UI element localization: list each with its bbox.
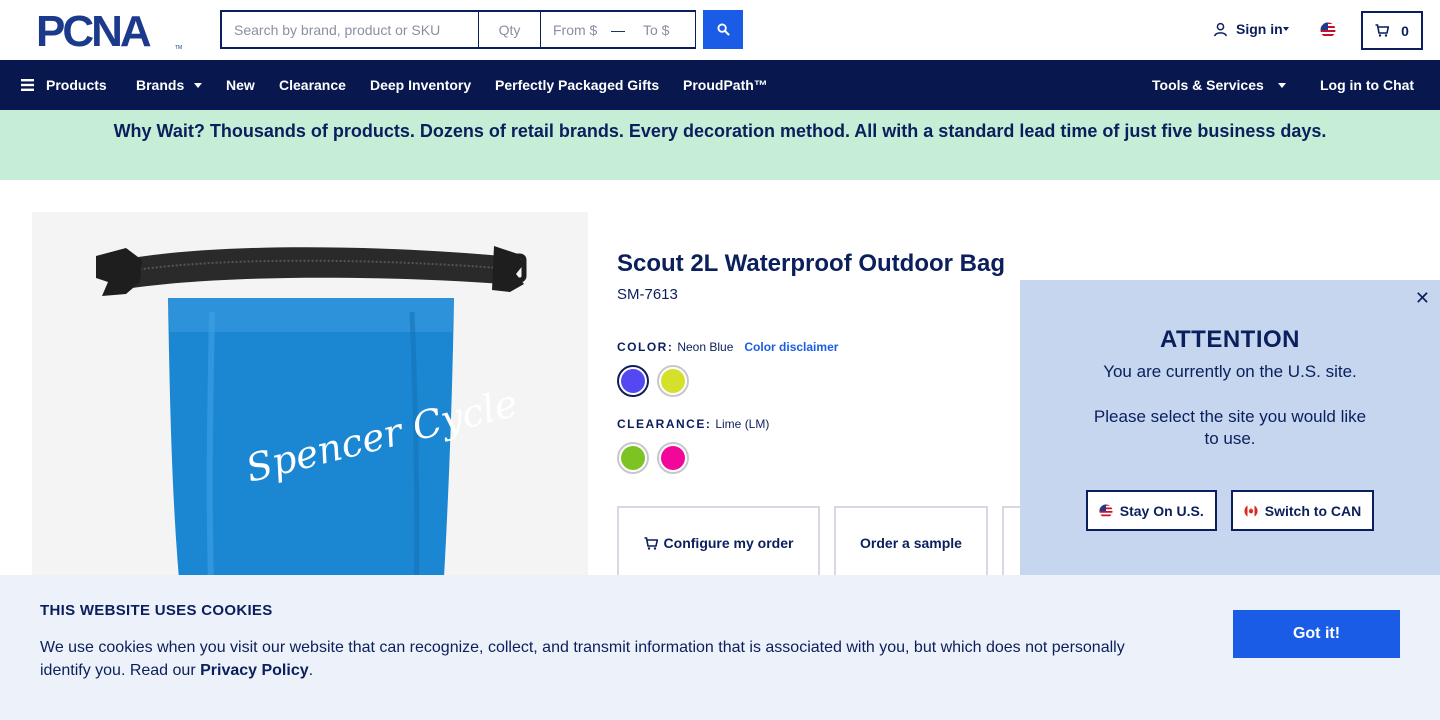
qty-input[interactable] xyxy=(479,12,541,47)
cookie-banner: THIS WEBSITE USES COOKIES We use cookies… xyxy=(0,575,1440,720)
color-disclaimer-link[interactable]: Color disclaimer xyxy=(744,340,838,354)
search-icon xyxy=(716,23,730,36)
order-sample-button[interactable]: Order a sample xyxy=(834,506,988,586)
us-flag-icon xyxy=(1099,503,1113,518)
region-popup-prompt: Please select the site you would like to… xyxy=(1093,407,1367,448)
logo-text: PCNA xyxy=(36,12,151,50)
clearance-label-row: CLEARANCE: Lime (LM) xyxy=(617,417,769,431)
nav-proudpath[interactable]: ProudPath™ xyxy=(683,60,768,110)
search-button[interactable] xyxy=(703,10,743,49)
color-swatch-yellow[interactable] xyxy=(657,365,689,397)
hamburger-icon xyxy=(21,79,34,91)
nav-brands-label: Brands xyxy=(136,77,185,93)
region-popup-actions: Stay On U.S. Switch to CAN xyxy=(1020,490,1440,531)
svg-text:TM: TM xyxy=(175,45,182,50)
switch-canada-button[interactable]: Switch to CAN xyxy=(1230,490,1375,531)
close-icon[interactable]: ✕ xyxy=(1415,288,1430,309)
switch-canada-label: Switch to CAN xyxy=(1264,502,1362,519)
region-popup-message: You are currently on the U.S. site. xyxy=(1103,362,1357,381)
region-select-popup: ✕ ATTENTION You are currently on the U.S… xyxy=(1020,280,1440,580)
order-sample-label: Order a sample xyxy=(860,535,962,551)
nav-new[interactable]: New xyxy=(226,60,255,110)
configure-order-label: Configure my order xyxy=(663,535,794,551)
nav-gifts[interactable]: Perfectly Packaged Gifts xyxy=(495,60,659,110)
color-swatch-pink[interactable] xyxy=(657,442,689,474)
cart-count: 0 xyxy=(1401,22,1409,39)
product-title: Scout 2L Waterproof Outdoor Bag xyxy=(617,250,1005,277)
chevron-down-icon xyxy=(1282,27,1289,31)
nav-brands[interactable]: Brands xyxy=(136,60,203,110)
region-popup-title: ATTENTION xyxy=(1159,326,1301,353)
clearance-label: CLEARANCE: xyxy=(617,417,712,431)
nav-chat-label: Log in to Chat xyxy=(1320,77,1415,93)
price-range: — xyxy=(541,12,695,47)
user-icon xyxy=(1214,22,1227,36)
chevron-down-icon xyxy=(1277,82,1286,88)
cookie-text: We use cookies when you visit our websit… xyxy=(40,636,1160,682)
price-to-input[interactable] xyxy=(631,12,695,47)
configure-order-button[interactable]: Configure my order xyxy=(617,506,820,586)
nav-proudpath-label: ProudPath™ xyxy=(683,77,768,93)
sign-in-label: Sign in xyxy=(1236,21,1283,37)
cookie-title: THIS WEBSITE USES COOKIES xyxy=(40,602,273,619)
nav-tools-services[interactable]: Tools & Services xyxy=(1152,60,1286,110)
promo-banner-text: Why Wait? Thousands of products. Dozens … xyxy=(113,120,1327,141)
cart-icon xyxy=(1375,24,1390,37)
price-range-dash: — xyxy=(611,21,625,38)
stay-us-button[interactable]: Stay On U.S. xyxy=(1085,490,1217,531)
color-swatch-lime[interactable] xyxy=(617,442,649,474)
product-image[interactable]: Spencer Cycle xyxy=(32,212,588,612)
main-nav: Products Brands New Clearance Deep Inven… xyxy=(0,60,1440,110)
canada-flag-icon xyxy=(1244,503,1258,518)
clearance-swatches xyxy=(617,442,689,474)
nav-deep-inventory[interactable]: Deep Inventory xyxy=(370,60,471,110)
clearance-value: Lime (LM) xyxy=(715,417,770,431)
cart-button[interactable]: 0 xyxy=(1361,11,1423,50)
cart-icon xyxy=(644,537,658,550)
chevron-down-icon xyxy=(194,82,203,88)
nav-clearance[interactable]: Clearance xyxy=(279,60,346,110)
color-label-row: COLOR: Neon Blue Color disclaimer xyxy=(617,340,838,354)
nav-new-label: New xyxy=(226,77,255,93)
nav-deep-inventory-label: Deep Inventory xyxy=(370,77,472,93)
nav-clearance-label: Clearance xyxy=(279,77,346,93)
color-swatch-neon-blue[interactable] xyxy=(617,365,649,397)
product-sku: SM-7613 xyxy=(617,286,678,303)
site-header: PCNA TM — Sign in 0 xyxy=(0,0,1440,60)
color-label: COLOR: xyxy=(617,340,674,354)
accept-cookies-button[interactable]: Got it! xyxy=(1233,610,1400,658)
privacy-policy-link[interactable]: Privacy Policy xyxy=(200,662,309,679)
dry-bag-illustration: Spencer Cycle xyxy=(96,246,527,612)
cookie-period: . xyxy=(308,662,314,679)
pcna-logo[interactable]: PCNA TM xyxy=(36,12,184,50)
nav-chat-login[interactable]: Log in to Chat xyxy=(1320,60,1414,110)
nav-products[interactable]: Products xyxy=(21,60,107,110)
search-bar: — xyxy=(220,10,696,49)
search-input[interactable] xyxy=(222,12,479,47)
stay-us-label: Stay On U.S. xyxy=(1119,502,1204,519)
nav-gifts-label: Perfectly Packaged Gifts xyxy=(495,77,660,93)
color-value: Neon Blue xyxy=(677,340,734,354)
nav-tools-label: Tools & Services xyxy=(1152,77,1264,93)
promo-banner: Why Wait? Thousands of products. Dozens … xyxy=(0,110,1440,180)
color-swatches xyxy=(617,365,689,397)
price-from-input[interactable] xyxy=(541,12,605,47)
nav-products-label: Products xyxy=(46,77,107,93)
us-flag-icon[interactable] xyxy=(1320,22,1336,38)
sign-in-menu[interactable]: Sign in xyxy=(1213,21,1289,37)
